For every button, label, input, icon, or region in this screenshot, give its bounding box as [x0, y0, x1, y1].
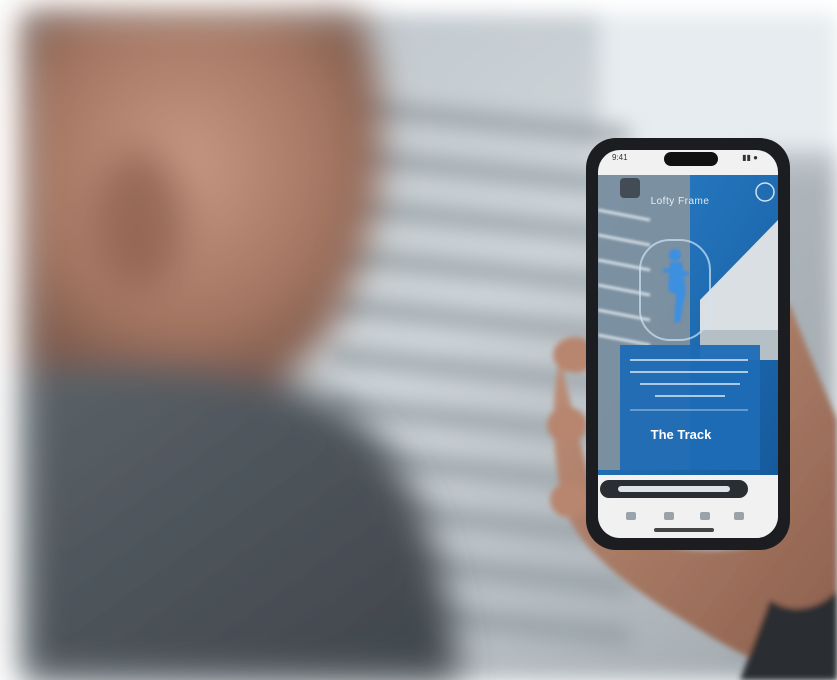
- status-indicators: ▮▮ ●: [742, 153, 758, 162]
- app-header: Lofty Frame: [650, 196, 710, 207]
- status-time: 9:41: [612, 153, 628, 162]
- feature-label[interactable]: The Track: [626, 427, 736, 442]
- photo-scene: [0, 0, 837, 680]
